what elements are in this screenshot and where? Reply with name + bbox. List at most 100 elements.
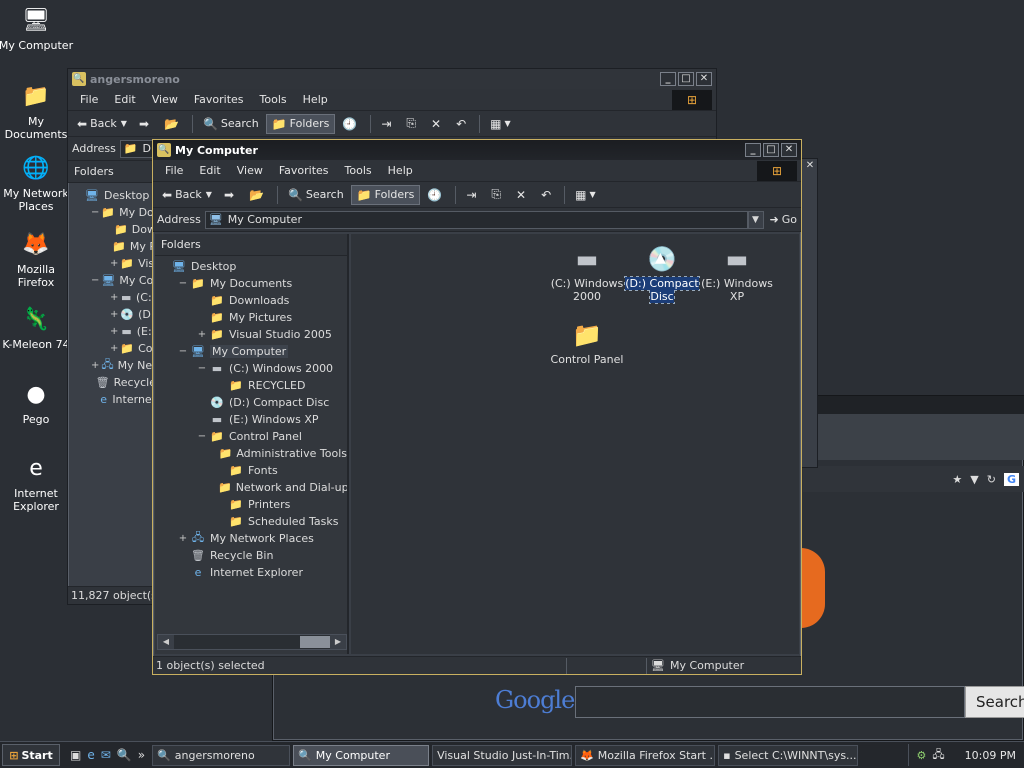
collapse-icon[interactable]: − [91, 207, 99, 218]
address-input[interactable]: 🖥 My Computer [204, 210, 748, 229]
tree-node[interactable]: +💿(D:) [72, 306, 156, 323]
desktop-icon-my-computer[interactable]: 🖥 My Computer [0, 4, 74, 52]
delete-button[interactable]: ✕ [426, 115, 449, 133]
tree-node[interactable]: ▬ (E:) Windows XP [159, 411, 347, 428]
tree-node[interactable]: + 📁 Visual Studio 2005 [159, 326, 347, 343]
expand-icon[interactable]: + [91, 360, 99, 371]
tree-node[interactable]: 📁 My Pictures [159, 309, 347, 326]
tree-horizontal-scrollbar[interactable]: ◀ ▶ [157, 634, 347, 650]
menu-tools[interactable]: Tools [337, 164, 380, 177]
tree-node[interactable]: − 📁 Control Panel [159, 428, 347, 445]
search-button[interactable]: 🔍 Search [198, 115, 264, 133]
bookmark-star-icon[interactable]: ★ [952, 473, 962, 486]
tree-node[interactable]: +🖧My Netv [72, 357, 156, 374]
tree-node[interactable]: − 🖥 My Computer [159, 343, 347, 360]
back-button[interactable]: ⬅ Back ▼ [72, 115, 132, 133]
scroll-left-button[interactable]: ◀ [158, 635, 174, 649]
move-to-button[interactable]: ⇥ [376, 115, 399, 133]
menu-file[interactable]: File [157, 164, 191, 177]
outlook-express-icon[interactable]: ✉ [101, 748, 111, 762]
start-button[interactable]: ⊞ Start [2, 744, 60, 766]
tree-node[interactable]: +📁Con [72, 340, 156, 357]
taskbar-button[interactable]: 🦊 Mozilla Firefox Start ... [575, 744, 716, 766]
menu-edit[interactable]: Edit [106, 93, 143, 106]
collapse-icon[interactable]: − [197, 363, 207, 374]
forward-button[interactable]: ➡ [219, 186, 242, 204]
desktop-icon-my-network-places[interactable]: 🌐 My Network Places [0, 152, 74, 213]
views-button[interactable]: ▦ ▼ [570, 186, 601, 204]
maximize-button[interactable]: □ [763, 143, 779, 157]
taskbar-button[interactable]: ▪ Select C:\WINNT\sys... [718, 744, 859, 766]
file-item[interactable]: ▬ (C:) Windows 2000 [549, 244, 625, 304]
back-button[interactable]: ⬅ Back ▼ [157, 186, 217, 204]
tree-node[interactable]: + 🖧 My Network Places [159, 530, 347, 547]
file-view[interactable]: ▬ (C:) Windows 2000 💿 (D:) Compact Disc ▬ (E:… [351, 234, 799, 654]
explorer-icon[interactable]: 🔍 [117, 748, 132, 762]
expand-icon[interactable]: + [110, 343, 118, 354]
menu-favorites[interactable]: Favorites [271, 164, 337, 177]
tree-node[interactable]: 📁 Fonts [159, 462, 347, 479]
tree-node[interactable]: 📁 My P [72, 238, 156, 255]
menu-help[interactable]: Help [295, 93, 336, 106]
history-button[interactable]: 🕘 [422, 186, 450, 204]
tray-network-icon[interactable]: 🖧 [932, 746, 944, 765]
tree-node[interactable]: + ▬ (C:) [72, 289, 156, 306]
expand-icon[interactable]: + [110, 292, 118, 303]
menu-view[interactable]: View [229, 164, 271, 177]
scroll-right-button[interactable]: ▶ [330, 635, 346, 649]
expand-icon[interactable]: + [178, 533, 188, 544]
expand-icon[interactable]: + [110, 258, 118, 269]
search-button[interactable]: 🔍 Search [283, 186, 349, 204]
desktop-icon-mozilla-firefox[interactable]: 🦊 Mozilla Firefox [0, 228, 74, 289]
show-desktop-icon[interactable]: ▣ [70, 748, 81, 762]
undo-button[interactable]: ↶ [536, 186, 559, 204]
tree-node[interactable]: 💿 (D:) Compact Disc [159, 394, 347, 411]
tree-node[interactable]: − 📁 My Documents [159, 275, 347, 292]
tree-node[interactable]: + ▬ (E:) [72, 323, 156, 340]
reload-icon[interactable]: ↻ [987, 473, 996, 486]
tree-node[interactable]: 📁 Administrative Tools [159, 445, 347, 462]
google-search-button[interactable]: Search [965, 686, 1024, 718]
google-search-input[interactable] [575, 686, 965, 718]
tree-node[interactable]: 🖥 Desktop [159, 258, 347, 275]
tree-node[interactable]: 📁 Dow [72, 221, 156, 238]
collapse-icon[interactable]: − [91, 275, 99, 286]
collapse-icon[interactable]: − [197, 431, 207, 442]
delete-button[interactable]: ✕ [511, 186, 534, 204]
tree-node[interactable]: 🖥 Desktop [72, 187, 156, 204]
up-folder-button[interactable]: 📂 [244, 186, 272, 204]
close-button[interactable]: ✕ [781, 143, 797, 157]
my-computer-titlebar[interactable]: 🔍 My Computer _ □ ✕ [153, 140, 801, 160]
desktop-icon-pego[interactable]: ● Pego [0, 378, 74, 426]
minimize-button[interactable]: _ [745, 143, 761, 157]
close-button[interactable]: ✕ [803, 160, 817, 174]
internet-explorer-icon[interactable]: e [87, 748, 94, 762]
copy-to-button[interactable]: ⎘ [486, 185, 509, 204]
tree-node[interactable]: 📁 Scheduled Tasks [159, 513, 347, 530]
tree-node[interactable]: +📁Visu [72, 255, 156, 272]
menu-help[interactable]: Help [380, 164, 421, 177]
taskbar-button[interactable]: Visual Studio Just-In-Tim... [432, 744, 573, 766]
go-button[interactable]: ➜ Go [770, 213, 797, 226]
forward-button[interactable]: ➡ [134, 115, 157, 133]
tree-node[interactable]: 🗑 Recycle Bin [159, 547, 347, 564]
desktop-icon-k-meleon-74[interactable]: 🦎 K-Meleon 74 [0, 303, 74, 351]
move-to-button[interactable]: ⇥ [461, 186, 484, 204]
up-folder-button[interactable]: 📂 [159, 115, 187, 133]
my-computer-window[interactable]: 🔍 My Computer _ □ ✕ File Edit View Favorite… [152, 139, 802, 675]
minimize-button[interactable]: _ [660, 72, 676, 86]
tree-node[interactable]: 📁 RECYCLED [159, 377, 347, 394]
file-item[interactable]: 📁 Control Panel [549, 320, 625, 367]
tree-node[interactable]: 📁 Printers [159, 496, 347, 513]
copy-to-button[interactable]: ⎘ [401, 114, 424, 133]
angersmoreno-titlebar[interactable]: 🔍 angersmoreno _ □ ✕ [68, 69, 716, 89]
maximize-button[interactable]: □ [678, 72, 694, 86]
address-dropdown-button[interactable]: ▼ [747, 210, 764, 229]
menu-tools[interactable]: Tools [252, 93, 295, 106]
views-button[interactable]: ▦ ▼ [485, 115, 516, 133]
tree-node[interactable]: −🖥My Com [72, 272, 156, 289]
tree-node[interactable]: −📁My Docu [72, 204, 156, 221]
undo-button[interactable]: ↶ [451, 115, 474, 133]
taskbar-button[interactable]: 🔍 angersmoreno [152, 744, 291, 766]
scroll-thumb[interactable] [300, 636, 332, 648]
